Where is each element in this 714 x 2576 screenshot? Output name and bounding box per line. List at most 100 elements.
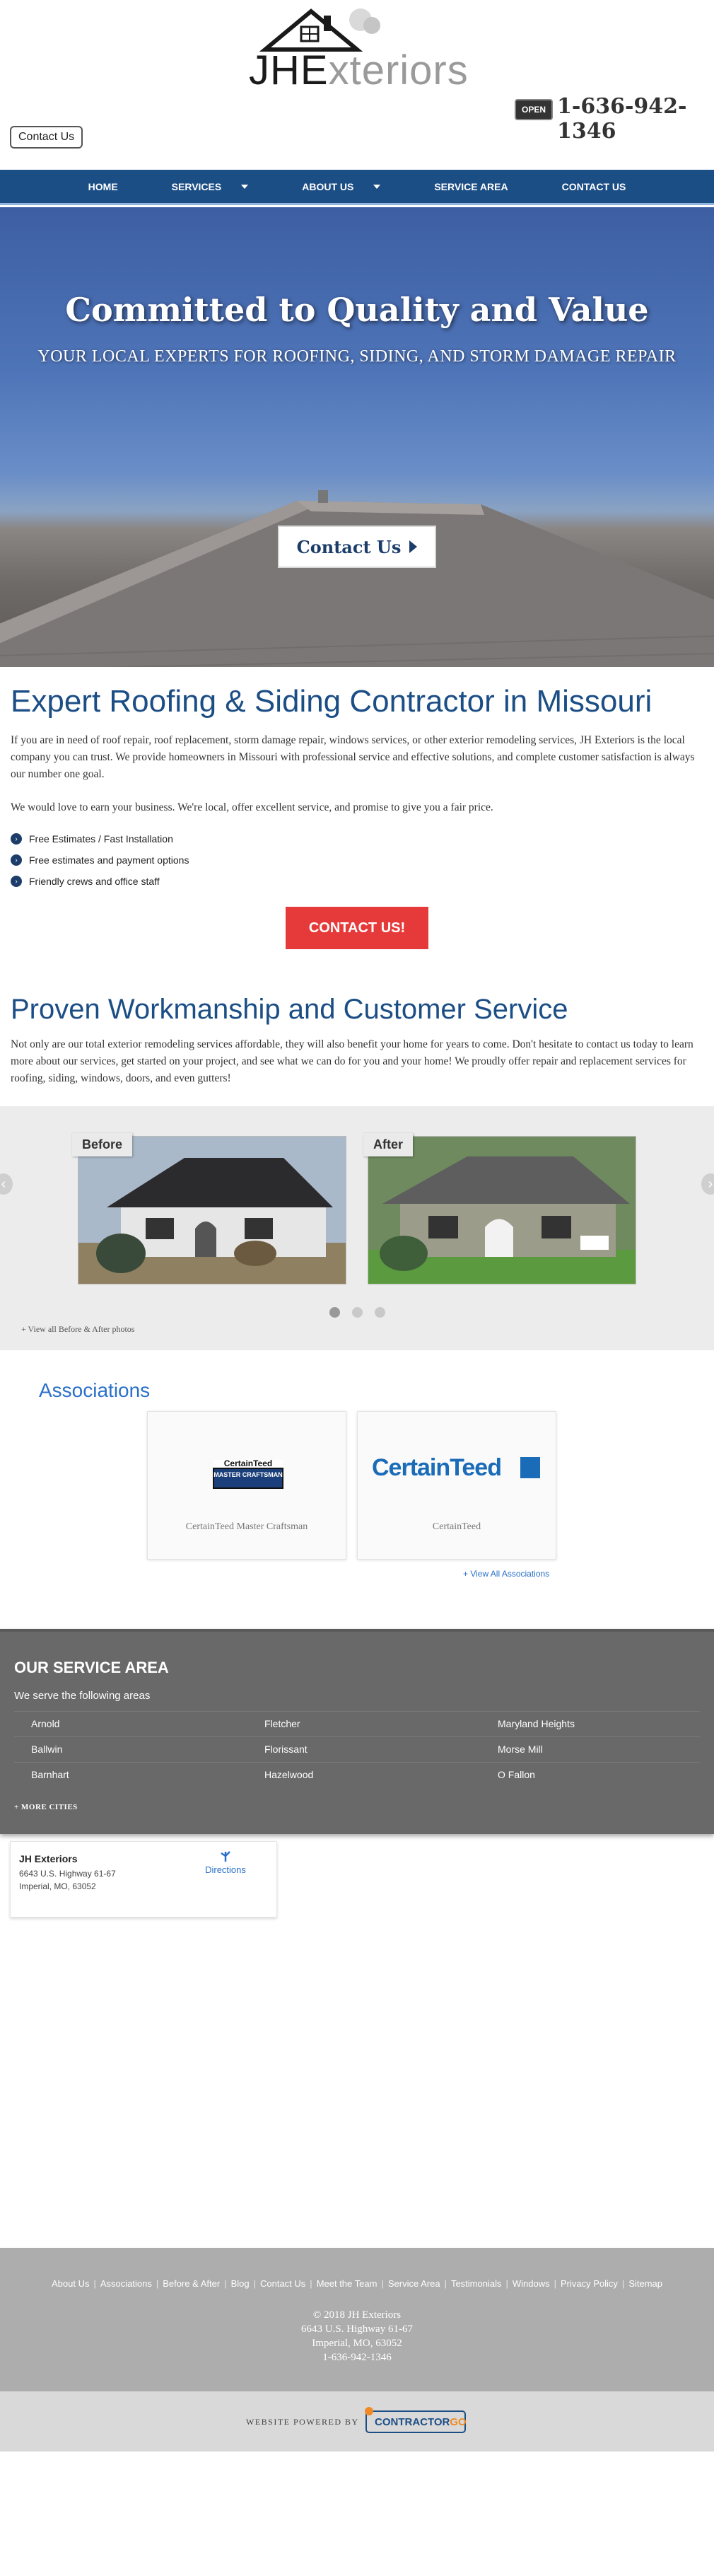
footer-divider: |: [554, 2278, 556, 2289]
city-item[interactable]: Florissant: [247, 1736, 481, 1762]
footer-link-service-area[interactable]: Service Area: [388, 2278, 440, 2289]
proven-heading: Proven Workmanship and Customer Service: [11, 994, 568, 1025]
footer-contact-info: © 2018 JH Exteriors 6643 U.S. Highway 61…: [0, 2308, 714, 2365]
logo-text: MASTER CRAFTSMAN: [213, 1471, 283, 1478]
directions-icon: [221, 1851, 230, 1862]
expert-paragraph-2: We would love to earn your business. We'…: [11, 801, 493, 813]
footer-links: About Us | Associations | Before & After | …: [0, 2278, 714, 2289]
after-house-image: [368, 1137, 636, 1284]
powered-by-bar: WEBSITE POWERED BY CONTRACTORGO: [0, 2391, 714, 2452]
list-item: › Free Estimates / Fast Installation: [11, 828, 189, 849]
logo-text: CertainTeed: [223, 1458, 273, 1468]
chevron-right-icon[interactable]: ›: [701, 1173, 714, 1195]
footer-divider: |: [93, 2278, 96, 2289]
powered-by-text: WEBSITE POWERED BY: [246, 2417, 359, 2427]
certainteed-logo-icon: [520, 1457, 540, 1478]
footer-link-before-after[interactable]: Before & After: [163, 2278, 220, 2289]
play-arrow-icon: [409, 540, 418, 553]
contractorgo-logo[interactable]: CONTRACTORGO: [359, 2404, 472, 2438]
view-all-associations-link[interactable]: + View All Associations: [463, 1569, 549, 1579]
site-logo[interactable]: JHExteriors: [233, 6, 481, 93]
associations-heading: Associations: [39, 1379, 151, 1401]
association-card[interactable]: CertainTeed CertainTeed: [357, 1411, 556, 1560]
footer-phone[interactable]: 1-636-942-1346: [0, 2350, 714, 2365]
city-item[interactable]: Hazelwood: [247, 1762, 481, 1787]
after-photo[interactable]: [368, 1136, 636, 1284]
footer-address-2: Imperial, MO, 63052: [312, 2338, 402, 2349]
proven-paragraph: Not only are our total exterior remodeli…: [11, 1038, 693, 1084]
association-name: CertainTeed Master Craftsman: [185, 1521, 308, 1532]
after-label: After: [363, 1133, 414, 1156]
association-card[interactable]: CertainTeed MASTER CRAFTSMAN CertainTeed…: [147, 1411, 346, 1560]
expert-paragraph-1: If you are in need of roof repair, roof …: [11, 734, 695, 780]
before-label: Before: [72, 1133, 133, 1156]
footer-divider: |: [253, 2278, 256, 2289]
before-house-image: [78, 1137, 346, 1284]
directions-link[interactable]: Directions: [197, 1850, 254, 1875]
footer-link-about[interactable]: About Us: [52, 2278, 89, 2289]
nav-services[interactable]: SERVICES: [145, 181, 276, 192]
chevron-circle-icon: ›: [11, 854, 22, 866]
footer-divider: |: [444, 2278, 447, 2289]
association-name: CertainTeed: [432, 1521, 481, 1532]
city-item[interactable]: O Fallon: [481, 1762, 700, 1787]
logo-wordmark: JHExteriors: [249, 47, 469, 93]
hero-title: Committed to Quality and Value: [65, 291, 649, 329]
service-area-heading: OUR SERVICE AREA: [14, 1659, 169, 1676]
city-item[interactable]: Barnhart: [14, 1762, 247, 1787]
benefits-list: › Free Estimates / Fast Installation › Fre…: [11, 828, 189, 892]
footer-copyright: © 2018 JH Exteriors: [312, 2309, 402, 2321]
footer-link-associations[interactable]: Associations: [100, 2278, 152, 2289]
chevron-circle-icon: ›: [11, 833, 22, 845]
service-area-section: OUR SERVICE AREA We serve the following …: [0, 1629, 714, 1834]
footer-divider: |: [156, 2278, 159, 2289]
footer-link-testimonials[interactable]: Testimonials: [451, 2278, 502, 2289]
chevron-left-icon[interactable]: ‹: [0, 1173, 13, 1195]
footer-divider: |: [505, 2278, 508, 2289]
city-item[interactable]: Ballwin: [14, 1736, 247, 1762]
nav-home[interactable]: HOME: [62, 181, 145, 192]
view-all-before-after-link[interactable]: + View all Before & After photos: [21, 1324, 134, 1335]
footer-link-team[interactable]: Meet the Team: [317, 2278, 378, 2289]
carousel-dot[interactable]: [352, 1307, 363, 1318]
footer-divider: |: [224, 2278, 227, 2289]
carousel-dot[interactable]: [329, 1307, 340, 1318]
chevron-circle-icon: ›: [11, 876, 22, 887]
expert-heading: Expert Roofing & Siding Contractor in Mi…: [11, 684, 652, 719]
hero-banner: Committed to Quality and Value YOUR LOCA…: [0, 207, 714, 667]
footer-link-windows[interactable]: Windows: [513, 2278, 550, 2289]
certainteed-logo-text: CertainTeed: [372, 1454, 502, 1481]
site-footer: About Us | Associations | Before & After | …: [0, 2248, 714, 2391]
hero-contact-button[interactable]: Contact Us: [278, 526, 436, 568]
header-contact-button[interactable]: Contact Us: [10, 126, 83, 149]
nav-about-us[interactable]: ABOUT US: [275, 181, 407, 192]
nav-service-area[interactable]: SERVICE AREA: [407, 181, 534, 192]
site-header: JHExteriors Contact Us OPEN 1-636-942-13…: [0, 0, 714, 170]
city-item[interactable]: Fletcher: [247, 1711, 481, 1736]
before-photo[interactable]: [78, 1136, 346, 1284]
footer-link-contact[interactable]: Contact Us: [260, 2278, 305, 2289]
city-item[interactable]: Morse Mill: [481, 1736, 700, 1762]
footer-link-sitemap[interactable]: Sitemap: [628, 2278, 662, 2289]
nav-contact-us[interactable]: CONTACT US: [535, 181, 653, 192]
list-item: › Friendly crews and office staff: [11, 871, 189, 892]
city-item[interactable]: Arnold: [14, 1711, 247, 1736]
chevron-down-icon: [373, 184, 381, 189]
header-phone[interactable]: 1-636-942-1346: [557, 94, 714, 144]
footer-link-blog[interactable]: Blog: [231, 2278, 250, 2289]
address-line-1: 6643 U.S. Highway 61-67: [19, 1869, 116, 1879]
footer-divider: |: [621, 2278, 625, 2289]
contact-cta-button[interactable]: CONTACT US!: [286, 907, 428, 949]
business-name: JH Exteriors: [19, 1853, 78, 1864]
service-area-subtitle: We serve the following areas: [14, 1690, 151, 1702]
city-list: Arnold Fletcher Maryland Heights Ballwin…: [14, 1711, 700, 1787]
footer-divider: |: [310, 2278, 312, 2289]
carousel-dot[interactable]: [375, 1307, 385, 1318]
hero-roof-image: [0, 490, 714, 667]
footer-link-privacy[interactable]: Privacy Policy: [561, 2278, 618, 2289]
city-item[interactable]: Maryland Heights: [481, 1711, 700, 1736]
chevron-down-icon: [241, 184, 249, 189]
more-cities-link[interactable]: + MORE CITIES: [14, 1803, 78, 1811]
list-item: › Free estimates and payment options: [11, 849, 189, 871]
hero-contact-label: Contact Us: [296, 536, 402, 557]
